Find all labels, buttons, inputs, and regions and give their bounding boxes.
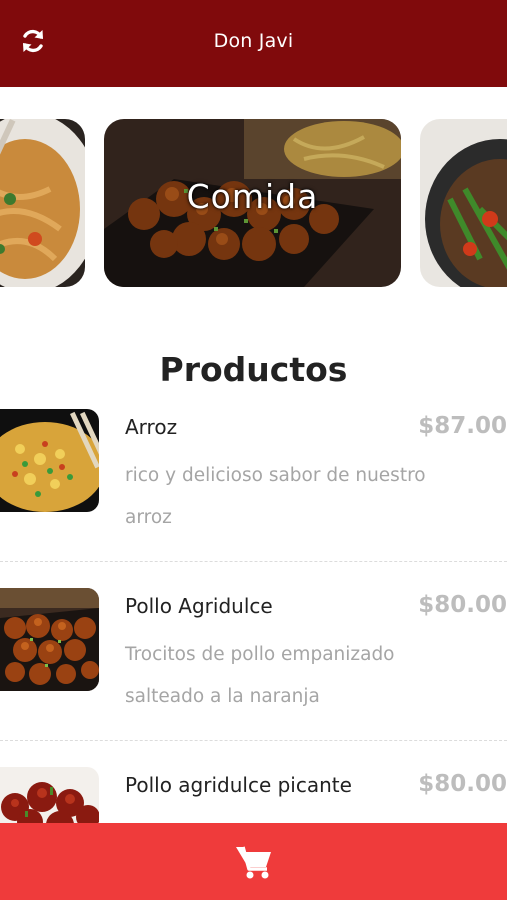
fried-rice-image	[0, 409, 99, 512]
category-carousel[interactable]: Comida	[0, 119, 507, 289]
category-card-next[interactable]	[420, 119, 507, 287]
category-card-prev[interactable]	[0, 119, 85, 287]
noodles-image	[0, 119, 85, 287]
refresh-button[interactable]	[18, 26, 48, 56]
category-label: Comida	[186, 177, 319, 216]
product-name: Pollo Agridulce	[125, 594, 273, 618]
shopping-cart-icon	[235, 846, 271, 878]
product-name: Pollo agridulce picante	[125, 773, 352, 797]
product-description: Trocitos de pollo empanizado salteado a …	[125, 634, 485, 718]
product-price: $87.00	[418, 413, 507, 439]
product-name: Arroz	[125, 415, 178, 439]
product-price: $80.00	[418, 771, 507, 797]
divider	[0, 740, 507, 741]
divider	[0, 561, 507, 562]
product-thumbnail	[0, 409, 99, 512]
product-description-line: rico y delicioso sabor de nuestro	[125, 465, 426, 486]
cart-button[interactable]	[234, 842, 274, 882]
product-description-line: salteado a la naranja	[125, 686, 320, 707]
app-root: Don Javi Comida Productos Arroz $87.00 r…	[0, 0, 507, 900]
app-header: Don Javi	[0, 0, 507, 87]
product-description: rico y delicioso sabor de nuestro arroz	[125, 455, 485, 539]
product-thumbnail	[0, 588, 99, 691]
app-title: Don Javi	[213, 29, 294, 52]
stirfry-image	[420, 119, 507, 287]
bottom-bar	[0, 823, 507, 900]
sweet-sour-chicken-image	[0, 588, 99, 691]
category-card-comida[interactable]: Comida	[104, 119, 401, 287]
product-price: $80.00	[418, 592, 507, 618]
refresh-icon	[23, 29, 43, 53]
product-description-line: Trocitos de pollo empanizado	[125, 644, 395, 665]
product-item[interactable]: Arroz $87.00 rico y delicioso sabor de n…	[0, 409, 507, 529]
product-description-line: arroz	[125, 507, 172, 528]
section-title: Productos	[159, 350, 348, 389]
product-item[interactable]: Pollo Agridulce $80.00 Trocitos de pollo…	[0, 588, 507, 708]
